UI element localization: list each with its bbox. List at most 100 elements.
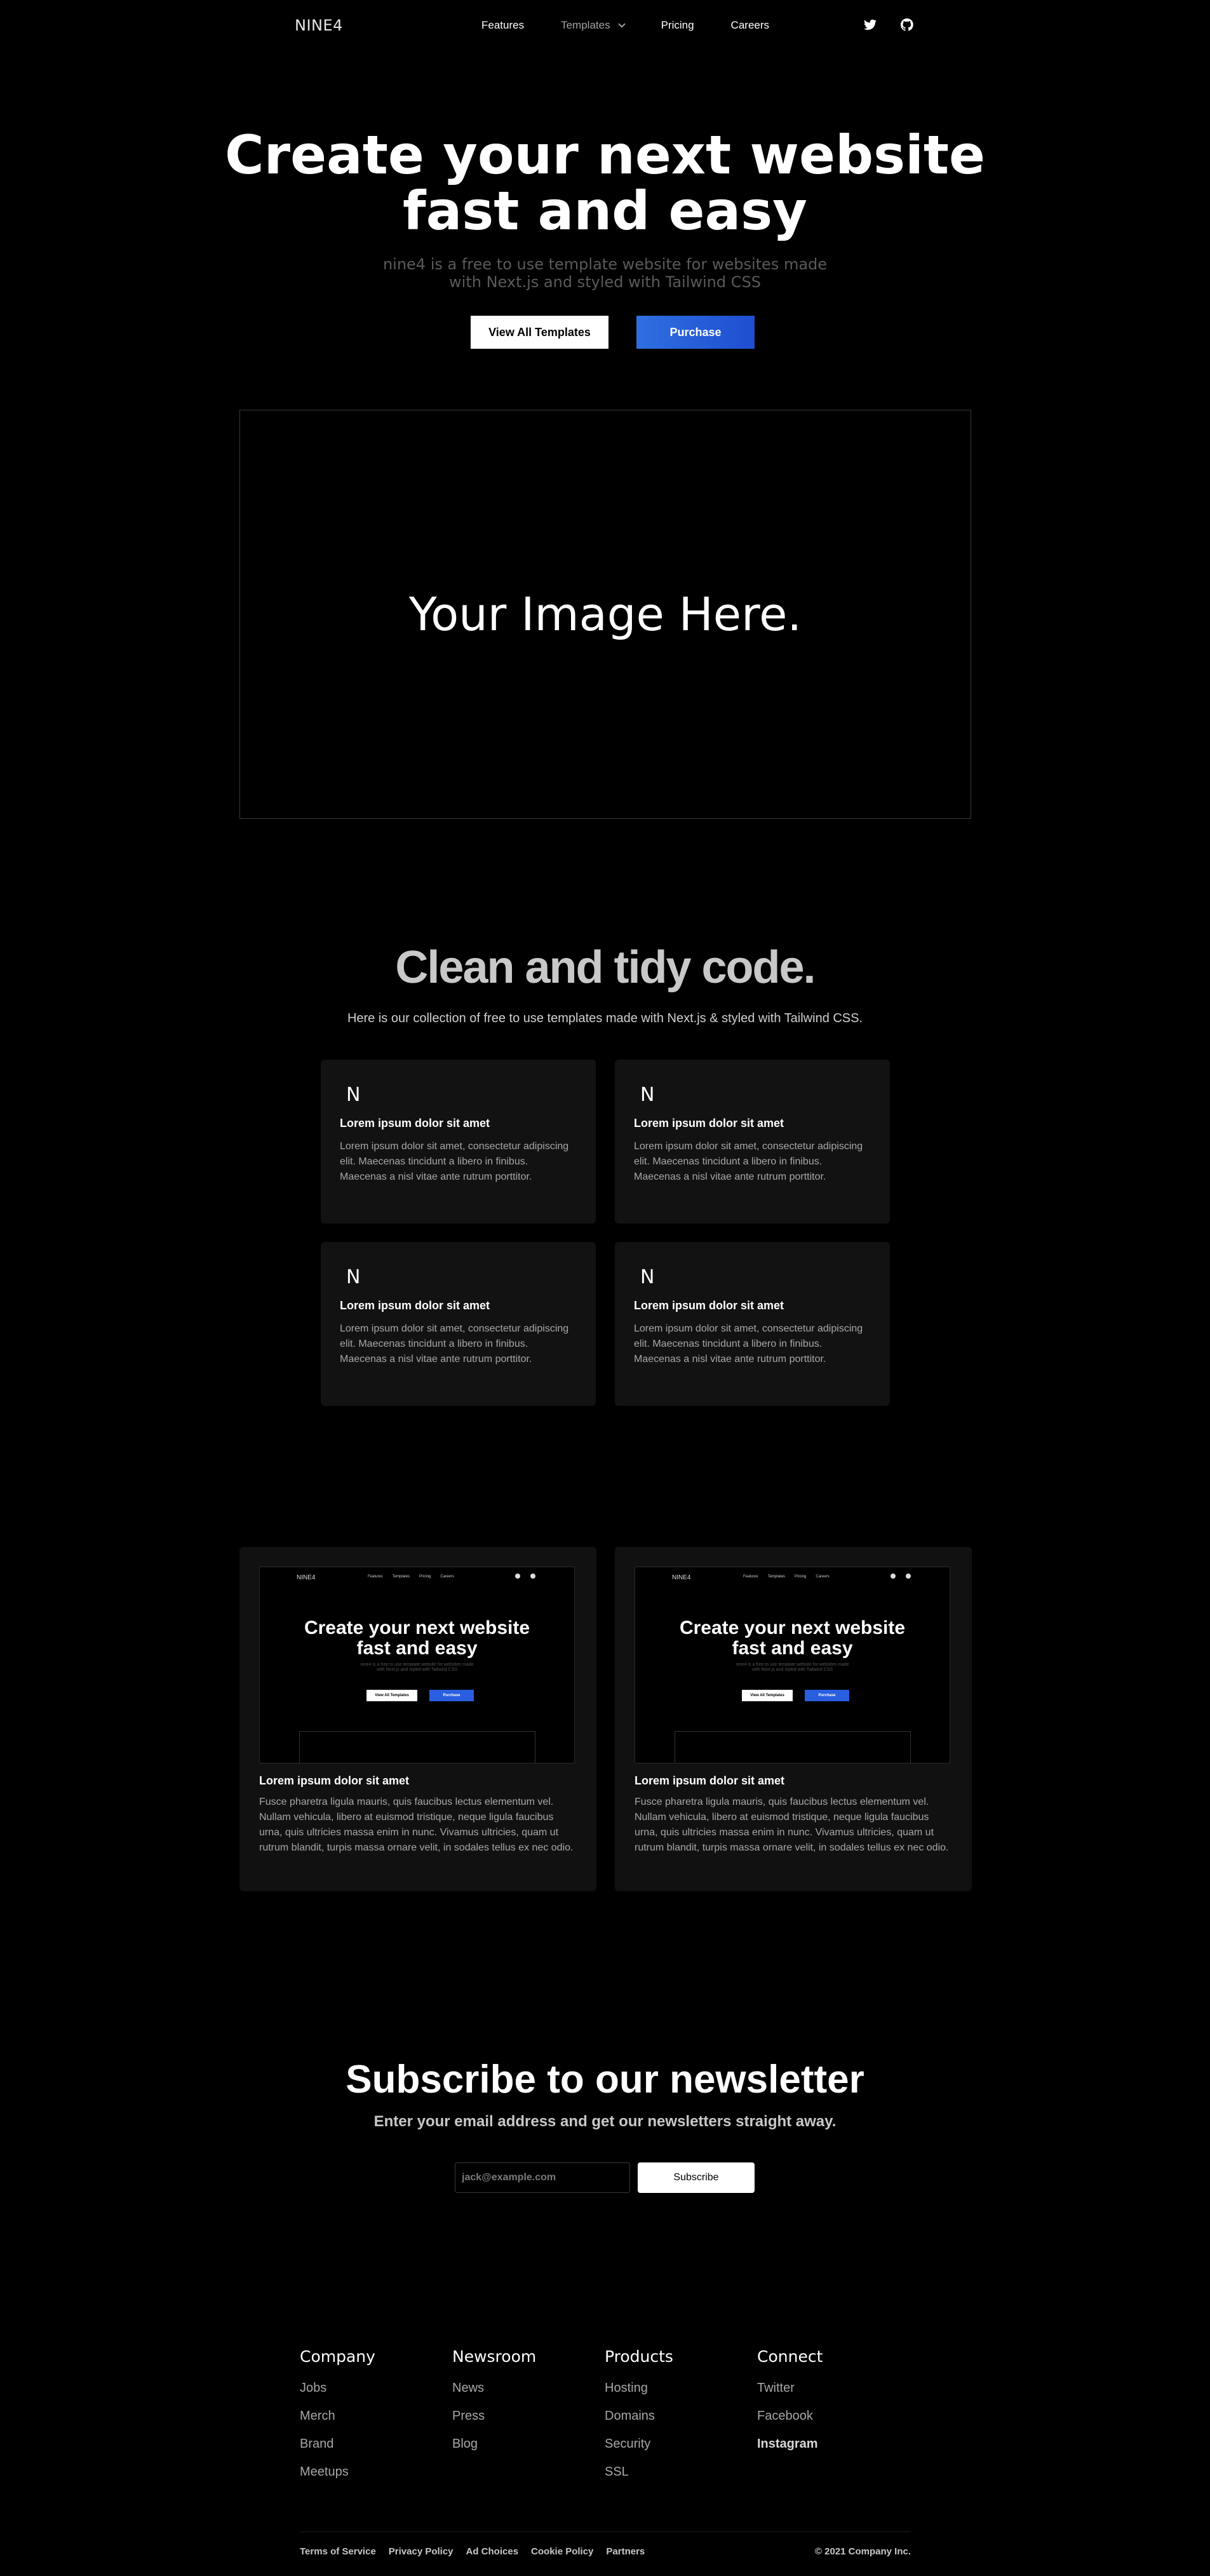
- hero-subtitle-line-2: with Next.js and styled with Tailwind CS…: [449, 273, 761, 291]
- feature-text: Lorem ipsum dolor sit amet, consectetur …: [634, 1141, 863, 1182]
- footer-column-heading: Connect: [757, 2347, 823, 2366]
- feature-n-icon: N: [640, 1084, 655, 1106]
- preview-primary-button: View All Templates: [366, 1690, 417, 1701]
- ad-choices-link[interactable]: Ad Choices: [466, 2546, 519, 2557]
- preview-secondary-button: Purchase: [805, 1690, 849, 1701]
- purchase-button[interactable]: Purchase: [636, 316, 755, 349]
- github-icon: [906, 1574, 911, 1579]
- footer-link-twitter[interactable]: Twitter: [757, 2380, 823, 2396]
- preview-title: Create your next website fast and easy: [635, 1618, 950, 1659]
- image-placeholder-text: Your Image Here.: [408, 588, 802, 641]
- github-icon[interactable]: [899, 17, 915, 32]
- feature-n-icon: N: [346, 1084, 361, 1106]
- footer-link-meetups[interactable]: Meetups: [300, 2464, 375, 2480]
- footer-link-news[interactable]: News: [452, 2380, 536, 2396]
- preview-nav-link: Careers: [440, 1575, 454, 1579]
- email-input[interactable]: [455, 2162, 630, 2193]
- footer-column-heading: Newsroom: [452, 2347, 537, 2366]
- nav-link-pricing[interactable]: Pricing: [661, 19, 694, 32]
- footer-link-instagram[interactable]: Instagram: [757, 2436, 823, 2452]
- feature-heading: Lorem ipsum dolor sit amet: [340, 1299, 490, 1312]
- footer-column-newsroom: Newsroom News Press Blog: [452, 2347, 536, 2464]
- footer-column-connect: Connect Twitter Facebook Instagram: [757, 2347, 823, 2464]
- footer-link-ssl[interactable]: SSL: [605, 2464, 673, 2480]
- preview-nav-link: Careers: [816, 1575, 830, 1579]
- github-icon: [530, 1574, 535, 1579]
- copyright-text: © 2021 Company Inc.: [814, 2546, 911, 2557]
- preview-logo: NINE4: [297, 1574, 316, 1581]
- hero-title: Create your next website fast and easy: [0, 127, 1210, 239]
- nav-link-templates[interactable]: Templates: [561, 19, 626, 32]
- preview-title: Create your next website fast and easy: [260, 1618, 574, 1659]
- template-card-text: Fusce pharetra ligula mauris, quis fauci…: [635, 1797, 949, 1853]
- preview-image-box: [299, 1731, 535, 1763]
- footer-link-merch[interactable]: Merch: [300, 2408, 375, 2424]
- nav-link-features[interactable]: Features: [481, 19, 524, 32]
- footer-link-press[interactable]: Press: [452, 2408, 536, 2424]
- privacy-policy-link[interactable]: Privacy Policy: [389, 2546, 454, 2557]
- social-icons: [863, 17, 915, 32]
- partners-link[interactable]: Partners: [606, 2546, 645, 2557]
- preview-title-line: Create your next website: [304, 1617, 530, 1638]
- feature-heading: Lorem ipsum dolor sit amet: [634, 1117, 784, 1130]
- site-logo[interactable]: NINE4: [295, 17, 343, 34]
- feature-heading: Lorem ipsum dolor sit amet: [634, 1299, 784, 1312]
- footer-link-blog[interactable]: Blog: [452, 2436, 536, 2452]
- preview-subtitle-line: nine4 is a free to use template website …: [360, 1662, 474, 1667]
- template-preview-image: NINE4 Features Templates Pricing Careers…: [635, 1567, 950, 1763]
- feature-card: N Lorem ipsum dolor sit amet Lorem ipsum…: [615, 1242, 890, 1406]
- preview-nav-link: Templates: [767, 1575, 786, 1579]
- twitter-icon[interactable]: [863, 17, 878, 32]
- twitter-icon: [891, 1574, 896, 1579]
- terms-of-service-link[interactable]: Terms of Service: [300, 2546, 376, 2557]
- template-card-heading: Lorem ipsum dolor sit amet: [635, 1774, 785, 1787]
- feature-text: Lorem ipsum dolor sit amet, consectetur …: [634, 1323, 863, 1365]
- feature-text: Lorem ipsum dolor sit amet, consectetur …: [340, 1141, 569, 1182]
- preview-nav-link: Features: [743, 1575, 758, 1579]
- footer-link-brand[interactable]: Brand: [300, 2436, 375, 2452]
- feature-heading: Lorem ipsum dolor sit amet: [340, 1117, 490, 1130]
- preview-title-line: Create your next website: [679, 1617, 906, 1638]
- feature-text: Lorem ipsum dolor sit amet, consectetur …: [340, 1323, 569, 1365]
- preview-subtitle: nine4 is a free to use template website …: [635, 1662, 950, 1673]
- footer-link-facebook[interactable]: Facebook: [757, 2408, 823, 2424]
- footer-column-products: Products Hosting Domains Security SSL: [605, 2347, 673, 2492]
- preview-title-line: fast and easy: [356, 1638, 478, 1659]
- features-title: Clean and tidy code.: [395, 942, 816, 993]
- preview-nav-link: Pricing: [795, 1575, 807, 1579]
- template-card-text: Fusce pharetra ligula mauris, quis fauci…: [259, 1797, 574, 1853]
- nav-links: Features Templates Pricing Careers: [481, 19, 806, 32]
- subscribe-button[interactable]: Subscribe: [638, 2162, 755, 2193]
- preview-social-icons: [515, 1574, 535, 1579]
- preview-nav-link: Features: [368, 1575, 383, 1579]
- preview-title-line: fast and easy: [732, 1638, 853, 1659]
- template-card[interactable]: NINE4 Features Templates Pricing Careers…: [239, 1547, 596, 1891]
- nav-link-careers[interactable]: Careers: [731, 19, 769, 32]
- preview-nav-links: Features Templates Pricing Careers: [743, 1575, 830, 1579]
- footer-link-domains[interactable]: Domains: [605, 2408, 673, 2424]
- hero-subtitle: nine4 is a free to use template website …: [0, 255, 1210, 291]
- feature-card: N Lorem ipsum dolor sit amet Lorem ipsum…: [321, 1242, 596, 1406]
- feature-card: N Lorem ipsum dolor sit amet Lorem ipsum…: [615, 1060, 890, 1224]
- footer-column-heading: Company: [300, 2347, 375, 2366]
- preview-subtitle-line: nine4 is a free to use template website …: [736, 1662, 849, 1667]
- top-navbar: NINE4 Features Templates Pricing Careers: [0, 0, 1210, 53]
- preview-logo: NINE4: [672, 1574, 691, 1581]
- newsletter-title: Subscribe to our newsletter: [346, 2058, 864, 2101]
- template-card[interactable]: NINE4 Features Templates Pricing Careers…: [615, 1547, 972, 1891]
- footer-link-security[interactable]: Security: [605, 2436, 673, 2452]
- cookie-policy-link[interactable]: Cookie Policy: [531, 2546, 593, 2557]
- hero-title-line-1: Create your next website: [225, 124, 985, 186]
- hero-image-placeholder: Your Image Here.: [239, 410, 971, 819]
- footer-link-hosting[interactable]: Hosting: [605, 2380, 673, 2396]
- preview-primary-button: View All Templates: [742, 1690, 793, 1701]
- twitter-icon: [515, 1574, 520, 1579]
- feature-n-icon: N: [346, 1266, 361, 1288]
- footer-column-heading: Products: [605, 2347, 673, 2366]
- preview-subtitle: nine4 is a free to use template website …: [260, 1662, 574, 1673]
- footer-legal-links: Terms of Service Privacy Policy Ad Choic…: [300, 2546, 645, 2557]
- chevron-down-icon: [617, 20, 626, 28]
- view-all-templates-button[interactable]: View All Templates: [471, 316, 608, 349]
- footer-link-jobs[interactable]: Jobs: [300, 2380, 375, 2396]
- footer-column-company: Company Jobs Merch Brand Meetups: [300, 2347, 375, 2492]
